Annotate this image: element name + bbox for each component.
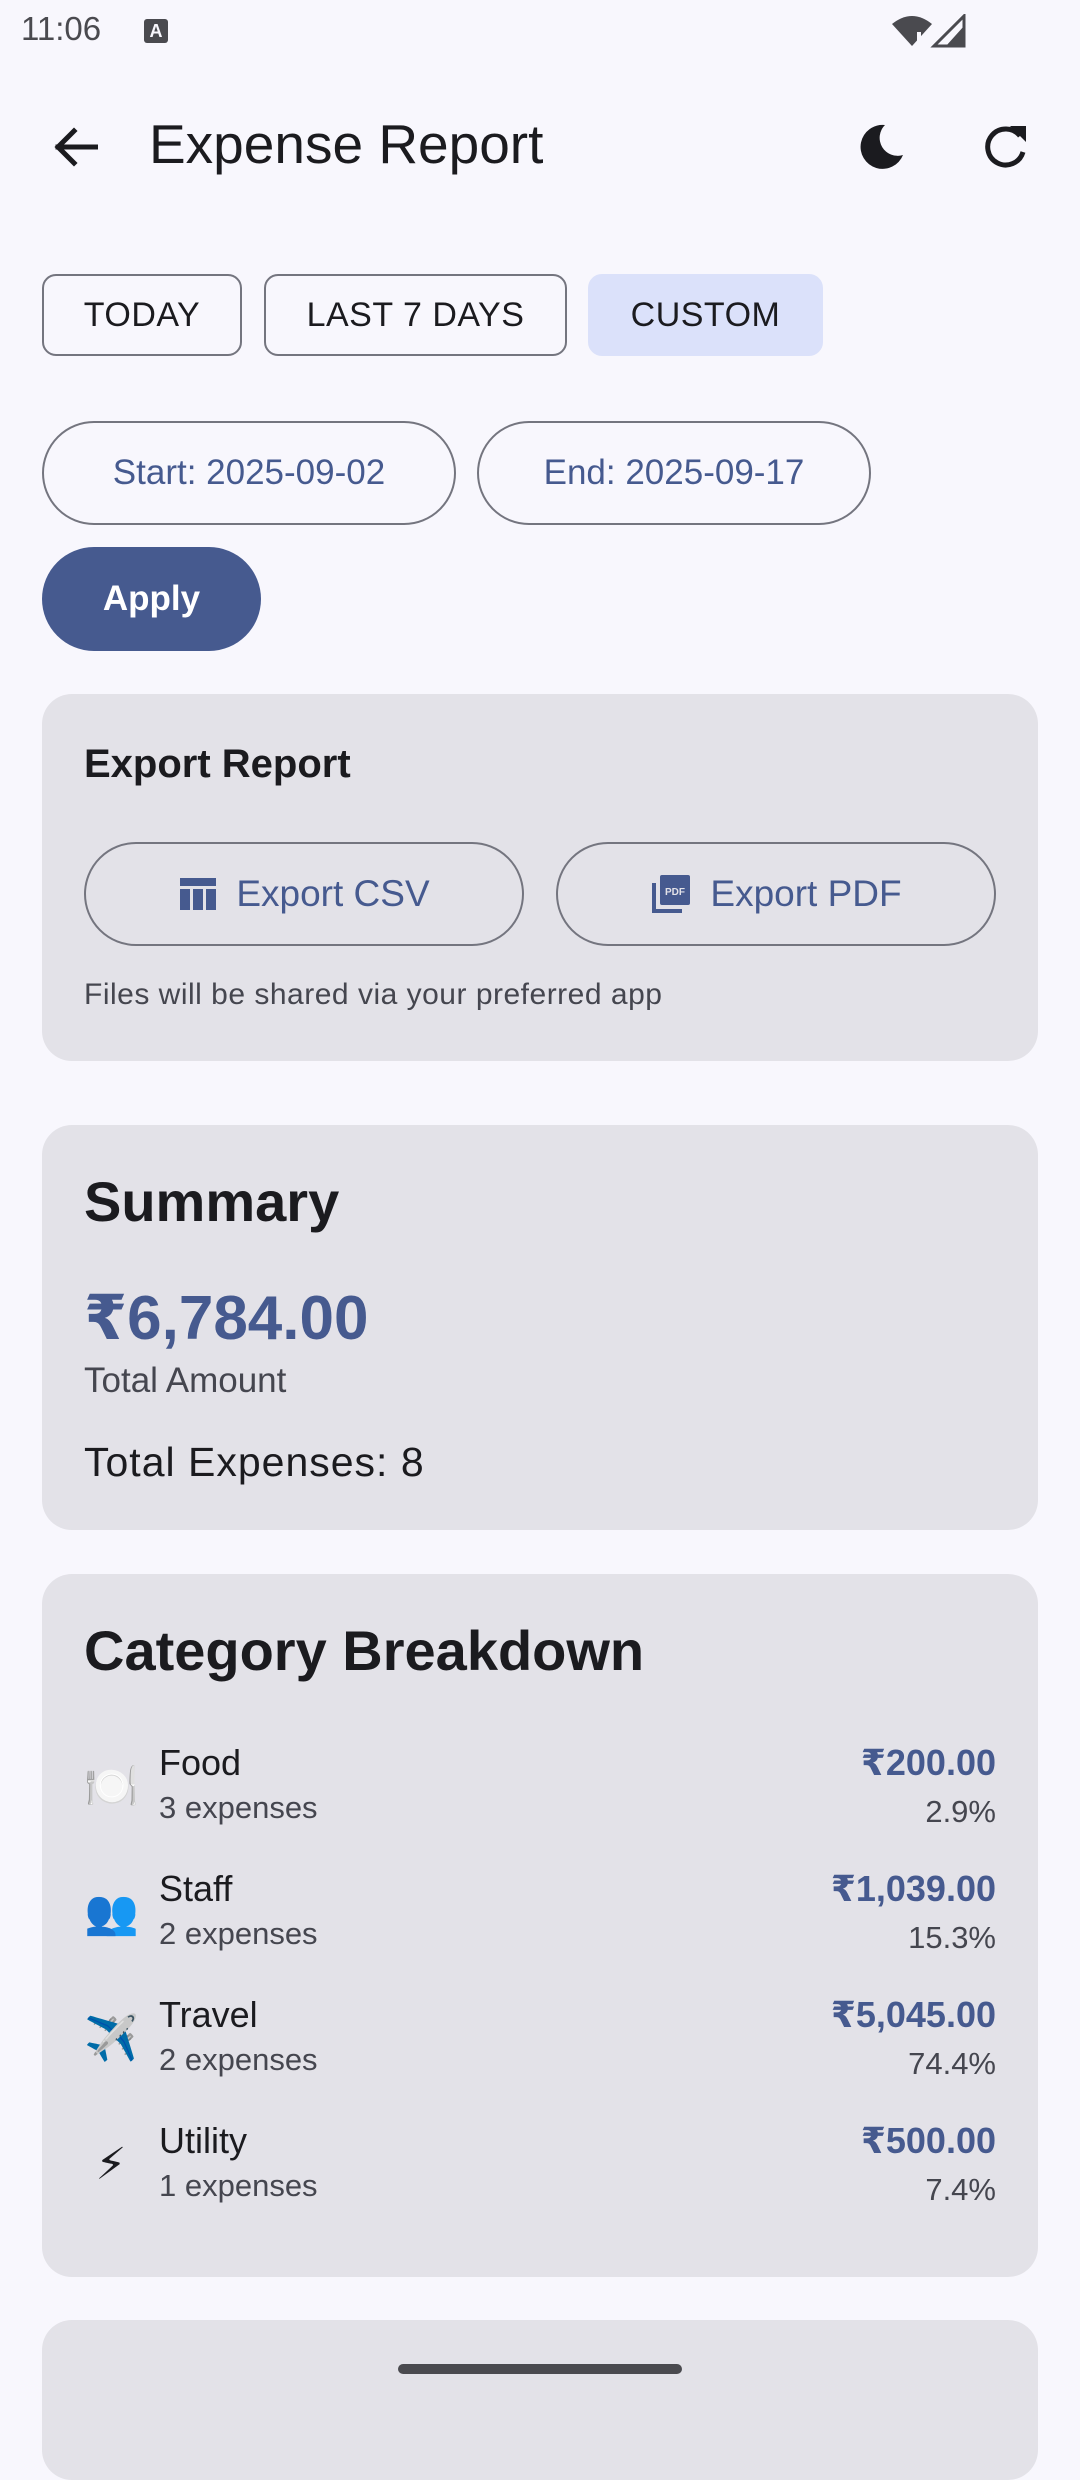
summary-card: Summary ₹6,784.00 Total Amount Total Exp… (42, 1125, 1038, 1530)
svg-text:PDF: PDF (665, 887, 685, 898)
theme-toggle-button[interactable] (846, 112, 916, 182)
export-note: Files will be shared via your preferred … (84, 978, 663, 1011)
category-percent: 2.9% (925, 1794, 996, 1829)
category-percent: 15.3% (908, 1920, 996, 1955)
category-name: Utility (159, 2120, 247, 2161)
export-csv-button[interactable]: Export CSV (84, 842, 524, 946)
page-title: Expense Report (149, 113, 544, 175)
export-csv-label: Export CSV (236, 873, 430, 914)
category-amount: ₹500.00 (860, 2120, 996, 2161)
signal-icon (930, 14, 966, 48)
category-percent: 74.4% (908, 2046, 996, 2081)
category-row-travel[interactable]: ✈️ Travel 2 expenses ₹5,045.00 74.4% (42, 1990, 1038, 2090)
category-row-utility[interactable]: ⚡ Utility 1 expenses ₹500.00 7.4% (42, 2116, 1038, 2216)
category-breakdown-card: Category Breakdown 🍽️ Food 3 expenses ₹2… (42, 1574, 1038, 2277)
category-count: 1 expenses (159, 2168, 318, 2203)
category-count: 2 expenses (159, 2042, 318, 2077)
summary-title: Summary (84, 1170, 340, 1233)
category-name: Food (159, 1742, 242, 1783)
top-app-bar: Expense Report (0, 90, 1080, 204)
category-name: Travel (159, 1994, 258, 2035)
moon-icon (860, 124, 903, 169)
wifi-icon (892, 16, 932, 48)
export-card: Export Report Export CSV PDF Export PDF … (42, 694, 1038, 1061)
home-indicator[interactable] (398, 2364, 682, 2374)
total-amount-label: Total Amount (84, 1361, 287, 1400)
category-amount: ₹5,045.00 (830, 1994, 996, 2035)
back-button[interactable] (30, 117, 120, 177)
total-expenses-count: Total Expenses: 8 (84, 1439, 425, 1485)
total-amount-value: ₹6,784.00 (84, 1284, 369, 1353)
status-time: 11:06 (21, 10, 102, 47)
people-icon: 👥 (84, 1888, 139, 1937)
next-card-peek (42, 2320, 1038, 2480)
category-count: 3 expenses (159, 1790, 318, 1825)
end-date-button[interactable]: End: 2025-09-17 (477, 421, 871, 525)
arrow-back-icon (54, 127, 98, 167)
table-icon (180, 878, 217, 910)
chip-custom[interactable]: CUSTOM (588, 274, 823, 356)
chip-last-7-days[interactable]: LAST 7 DAYS (264, 274, 567, 356)
status-bar: 11:06 A (0, 0, 1080, 62)
lightning-icon: ⚡ (95, 2140, 127, 2189)
a-notification-icon: A (144, 19, 168, 43)
refresh-icon (985, 126, 1026, 168)
airplane-icon: ✈️ (84, 2014, 139, 2063)
export-pdf-button[interactable]: PDF Export PDF (556, 842, 996, 946)
category-row-food[interactable]: 🍽️ Food 3 expenses ₹200.00 2.9% (42, 1738, 1038, 1838)
refresh-button[interactable] (970, 112, 1040, 182)
category-percent: 7.4% (925, 2172, 996, 2207)
apply-button[interactable]: Apply (42, 547, 261, 651)
category-amount: ₹1,039.00 (830, 1868, 996, 1909)
export-pdf-label: Export PDF (710, 873, 902, 914)
category-count: 2 expenses (159, 1916, 318, 1951)
breakdown-title: Category Breakdown (84, 1619, 645, 1682)
food-icon: 🍽️ (84, 1762, 139, 1811)
pdf-icon: PDF (652, 875, 691, 913)
category-row-staff[interactable]: 👥 Staff 2 expenses ₹1,039.00 15.3% (42, 1864, 1038, 1964)
start-date-button[interactable]: Start: 2025-09-02 (42, 421, 456, 525)
chip-today[interactable]: TODAY (42, 274, 242, 356)
export-title: Export Report (84, 742, 351, 786)
category-name: Staff (159, 1868, 233, 1909)
category-amount: ₹200.00 (860, 1742, 996, 1783)
